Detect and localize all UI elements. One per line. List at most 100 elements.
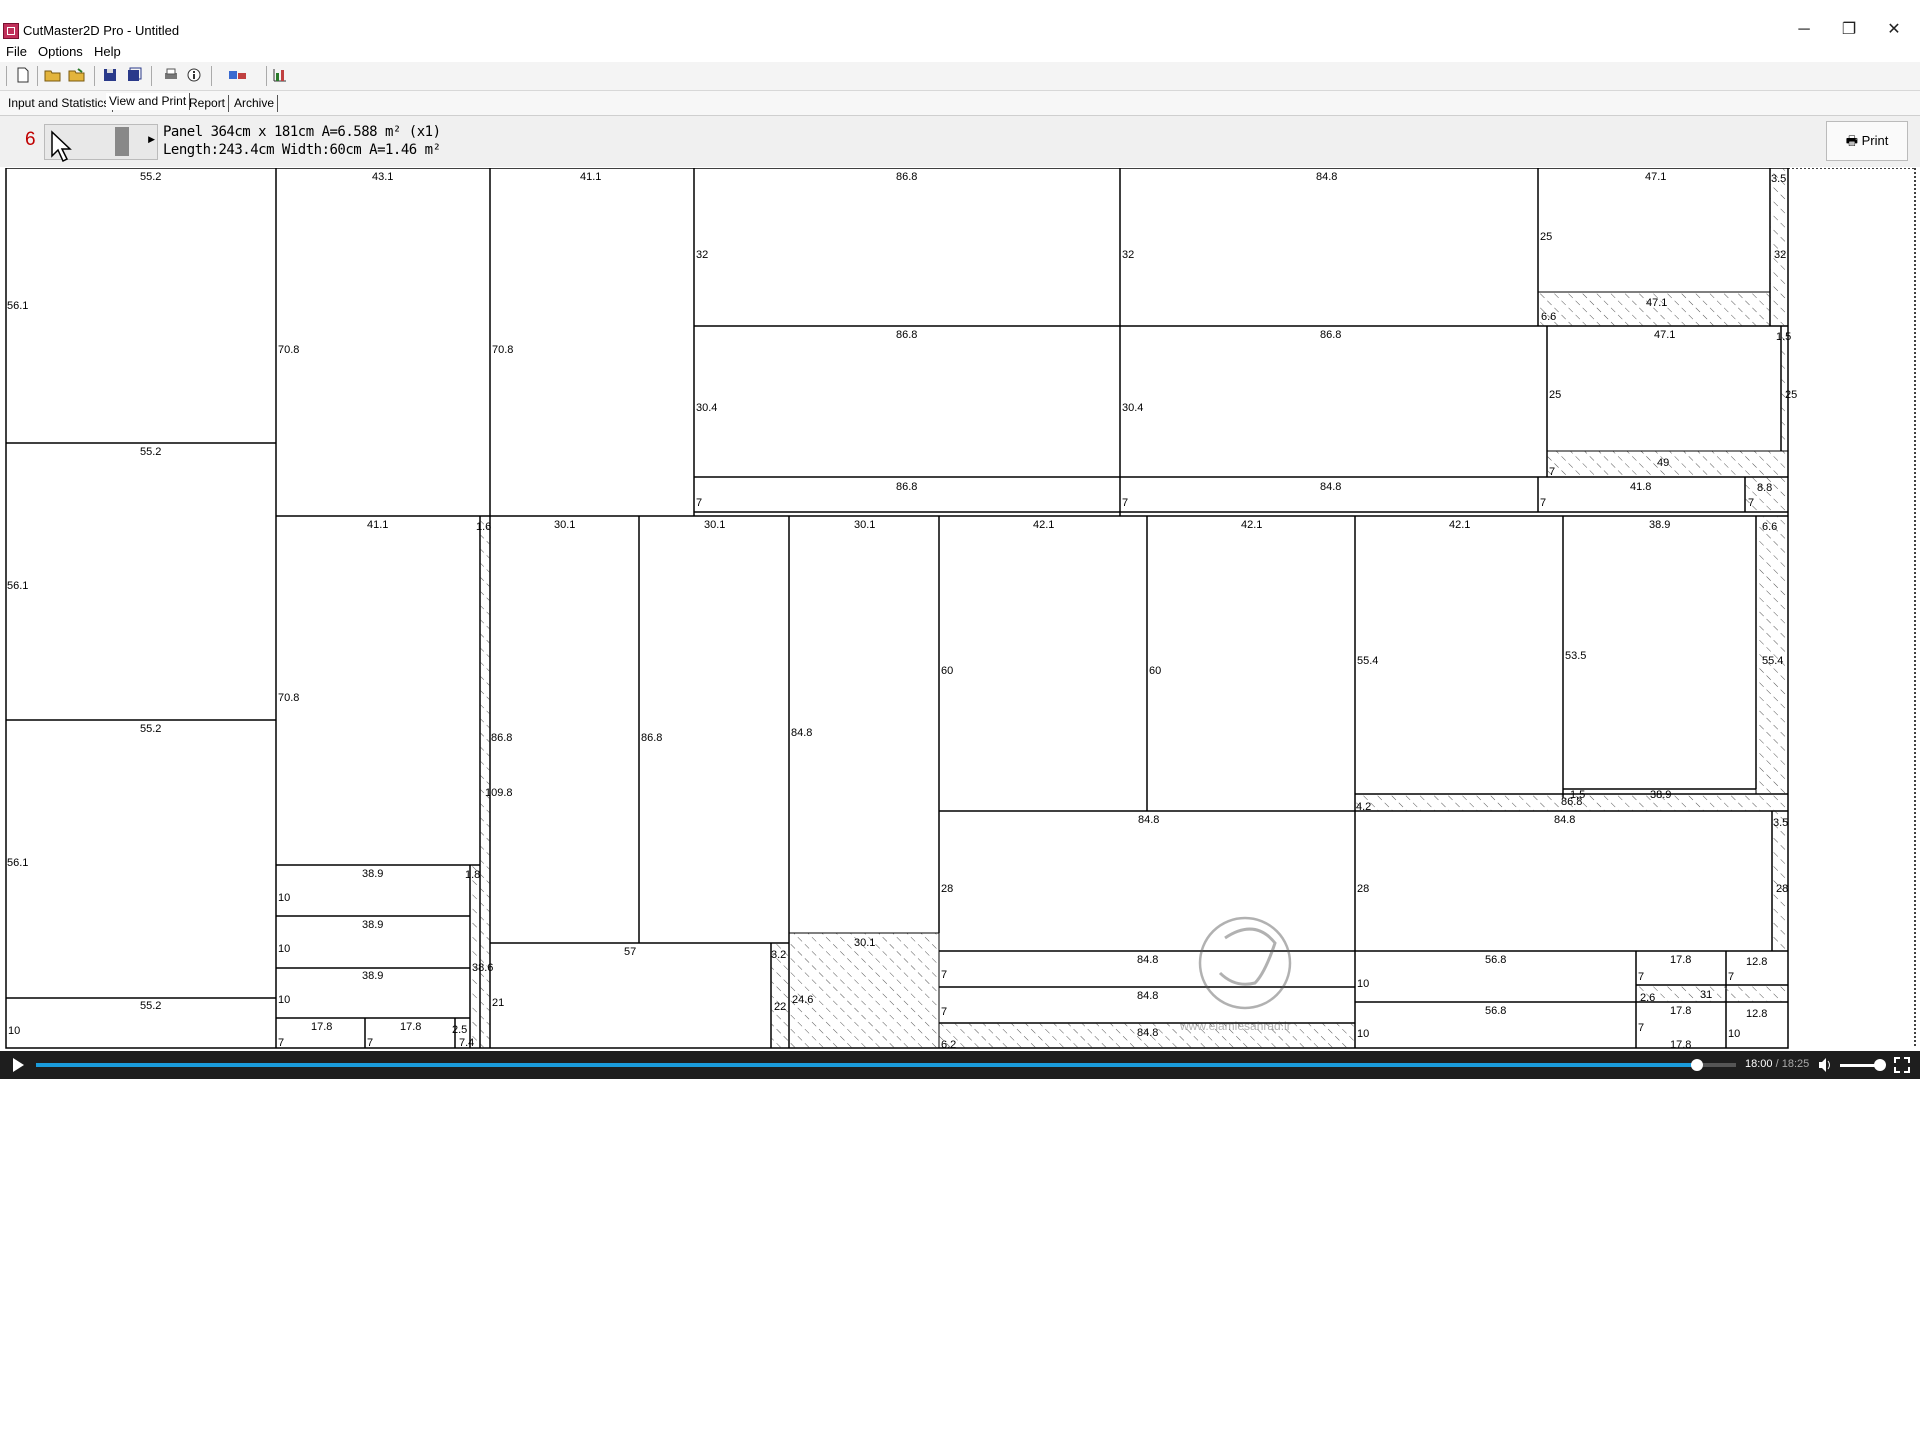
dim-label: 3.2: [771, 949, 786, 961]
dim-label: 1.6: [476, 521, 491, 533]
dim-label: 84.8: [1554, 814, 1575, 826]
close-button[interactable]: ✕: [1874, 18, 1914, 42]
dim-label: 38.9: [362, 868, 383, 880]
dim-label: 10: [278, 994, 290, 1006]
dim-label: 7: [941, 1006, 947, 1018]
dim-label: 55.2: [140, 171, 161, 183]
dim-label: 17.8: [1670, 1005, 1691, 1017]
dim-label: 17.8: [400, 1021, 421, 1033]
dim-label: 86.8: [896, 481, 917, 493]
dim-label: 57: [624, 946, 636, 958]
dim-label: 25: [1540, 231, 1552, 243]
watermark-text: www.elamiesahrad.ir: [1179, 1019, 1291, 1033]
video-time-separator: /: [1772, 1058, 1782, 1070]
toolbar-separator: [94, 66, 95, 86]
dim-label: 17.8: [1670, 954, 1691, 966]
dim-label: 56.8: [1485, 954, 1506, 966]
dim-label: 30.1: [704, 519, 725, 531]
new-file-icon[interactable]: [14, 67, 32, 85]
dim-label: 10: [1357, 1028, 1369, 1040]
volume-icon[interactable]: [1818, 1057, 1832, 1073]
dim-label: 55.2: [140, 1000, 161, 1012]
video-progress-track[interactable]: [36, 1059, 1736, 1071]
tab-view-and-print[interactable]: View and Print: [106, 93, 191, 110]
dim-label: 30.1: [854, 937, 875, 949]
dim-label: 6.6: [1541, 311, 1556, 323]
dim-label: 30.1: [554, 519, 575, 531]
dim-label: 1.8: [465, 869, 480, 881]
fullscreen-icon[interactable]: [1894, 1057, 1910, 1073]
dim-label: 84.8: [1138, 814, 1159, 826]
export-icon[interactable]: [228, 67, 246, 85]
dim-label: 1.5: [1776, 331, 1791, 343]
volume-knob[interactable]: [1874, 1059, 1886, 1071]
dim-label: 42.1: [1241, 519, 1262, 531]
menu-help[interactable]: Help: [94, 44, 121, 59]
cutting-diagram: 55.2 43.1 41.1 86.8 84.8 47.1 3.5 56.1 7…: [0, 168, 1920, 1050]
dim-label: 3.5: [1771, 173, 1786, 185]
video-progress-knob[interactable]: [1690, 1059, 1703, 1071]
dim-label: 38.9: [1650, 789, 1671, 801]
dim-label: 42.1: [1033, 519, 1054, 531]
dim-label: 30.1: [854, 519, 875, 531]
dim-label: 47.1: [1646, 297, 1667, 309]
dim-label: 7: [696, 497, 702, 509]
video-progress-fill: [36, 1063, 1697, 1067]
dim-label: 55.4: [1357, 655, 1378, 667]
dim-label: 30.4: [1122, 402, 1143, 414]
dim-label: 70.8: [278, 692, 299, 704]
mouse-cursor-icon: [51, 130, 72, 163]
dim-label: 70.8: [492, 344, 513, 356]
toolbar-separator: [211, 66, 212, 86]
info-icon[interactable]: [185, 67, 203, 85]
scroll-thumb[interactable]: [115, 127, 129, 156]
toolbar-separator: [151, 66, 152, 86]
open-icon[interactable]: [44, 67, 62, 85]
minimize-button[interactable]: ─: [1784, 18, 1824, 42]
dim-label: 8.8: [1757, 482, 1772, 494]
print-icon[interactable]: [162, 67, 180, 85]
dim-label: 84.8: [1320, 481, 1341, 493]
video-controls: 18:00 / 18:25: [0, 1051, 1920, 1079]
dim-label: 84.8: [1316, 171, 1337, 183]
menu-options[interactable]: Options: [38, 44, 83, 59]
dim-label: 49: [1657, 457, 1669, 469]
dim-label: 84.8: [791, 727, 812, 739]
open-folder-icon[interactable]: [68, 67, 86, 85]
toolbar: [0, 62, 1920, 91]
dim-label: 86.8: [491, 732, 512, 744]
play-icon[interactable]: [13, 1058, 24, 1072]
dim-label: 30.4: [696, 402, 717, 414]
dim-label: 28: [941, 883, 953, 895]
tab-archive[interactable]: Archive: [231, 95, 279, 112]
dim-label: 41.8: [1630, 481, 1651, 493]
dim-label: 60: [1149, 665, 1161, 677]
save-icon[interactable]: [101, 67, 119, 85]
dim-label: 86.8: [641, 732, 662, 744]
dim-label: 22: [774, 1001, 786, 1013]
dim-label: 84.8: [1137, 1027, 1158, 1039]
dim-label: 43.1: [372, 171, 393, 183]
save-as-icon[interactable]: [125, 67, 143, 85]
dim-label: 41.1: [580, 171, 601, 183]
dim-label: 55.2: [140, 446, 161, 458]
video-time: 18:00 / 18:25: [1745, 1058, 1809, 1070]
print-label: Print: [1861, 133, 1889, 148]
chart-icon[interactable]: [271, 67, 289, 85]
dim-label: 32: [1122, 249, 1134, 261]
dim-label: 53.5: [1565, 650, 1586, 662]
menu-file[interactable]: File: [6, 44, 27, 59]
dim-label: 56.8: [1485, 1005, 1506, 1017]
video-current-time: 18:00: [1745, 1058, 1773, 1070]
tab-input-and-statistics[interactable]: Input and Statistics: [5, 95, 114, 112]
scroll-right-arrow-icon[interactable]: ▶: [148, 134, 155, 145]
dim-label: 24.6: [792, 994, 813, 1006]
tab-report[interactable]: Report: [186, 95, 230, 112]
restore-button[interactable]: ❐: [1829, 18, 1869, 42]
dim-label: 17.8: [1670, 1039, 1691, 1050]
dim-label: 70.8: [278, 344, 299, 356]
dim-label: 12.8: [1746, 956, 1767, 968]
dim-label: 31: [1700, 989, 1712, 1001]
print-button[interactable]: 🖶 Print: [1826, 121, 1908, 161]
dim-label: 86.8: [896, 329, 917, 341]
